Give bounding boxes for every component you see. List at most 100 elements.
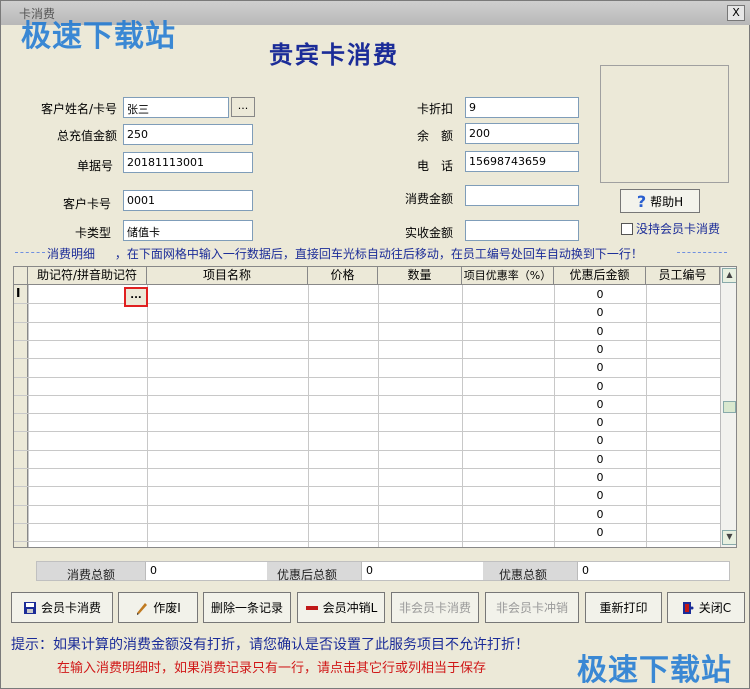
discounted-amount-cell[interactable]: 0 xyxy=(554,453,646,466)
total-recharge-label: 总充值金额 xyxy=(56,129,117,143)
scroll-thumb[interactable] xyxy=(723,401,736,413)
card-type-input[interactable]: 储值卡 xyxy=(123,220,253,241)
discounted-amount-cell[interactable]: 0 xyxy=(554,398,646,411)
scroll-down-icon[interactable]: ▼ xyxy=(722,530,736,545)
delete-record-button[interactable]: 删除一条记录 xyxy=(203,592,291,623)
cell-lookup-button[interactable]: ... xyxy=(124,287,148,307)
column-header[interactable]: 项目名称 xyxy=(147,267,308,285)
delete-record-label: 删除一条记录 xyxy=(210,601,283,615)
after-discount-value: 0 xyxy=(361,562,483,580)
grid-row-line xyxy=(14,522,720,524)
grid-column-line xyxy=(462,285,463,547)
discounted-amount-cell[interactable]: 0 xyxy=(554,325,646,338)
customer-name-input[interactable]: 张三 xyxy=(123,97,229,118)
discount-input[interactable]: 9 xyxy=(465,97,579,118)
phone-input[interactable]: 15698743659 xyxy=(465,151,579,172)
grid-scrollbar[interactable]: ▲ ▼ xyxy=(720,267,736,547)
question-icon: ? xyxy=(636,191,647,211)
member-reverse-button[interactable]: 会员冲销L xyxy=(297,592,385,623)
grid-row-line xyxy=(14,413,720,415)
discounted-amount-cell[interactable]: 0 xyxy=(554,380,646,393)
grid-row-line xyxy=(14,376,720,378)
order-no-input[interactable]: 20181113001 xyxy=(123,152,253,173)
discounted-amount-cell[interactable]: 0 xyxy=(554,306,646,319)
column-header[interactable]: 优惠后金额 xyxy=(554,267,646,285)
column-header[interactable]: 助记符/拼音助记符 xyxy=(28,267,147,285)
non-member-reverse-label: 非会员卡冲销 xyxy=(495,601,568,615)
reprint-label: 重新打印 xyxy=(599,601,648,615)
watermark-top: 极速下载站 xyxy=(21,19,176,54)
grid-corner xyxy=(14,267,28,285)
close-button[interactable]: 关闭C xyxy=(667,592,745,623)
total-recharge-input[interactable]: 250 xyxy=(123,124,253,145)
member-reverse-label: 会员冲销L xyxy=(322,601,378,615)
void-button[interactable]: 作废I xyxy=(118,592,198,623)
member-consume-button[interactable]: 会员卡消费 xyxy=(11,592,113,623)
column-header[interactable]: 数量 xyxy=(378,267,462,285)
text-cursor-icon: I xyxy=(16,286,21,300)
grid-row-line xyxy=(14,339,720,341)
grid-column-line xyxy=(28,285,29,547)
discount-label: 卡折扣 xyxy=(416,102,453,116)
grid-row-line xyxy=(14,431,720,433)
discount-total-value: 0 xyxy=(577,562,729,580)
help-button[interactable]: ? 帮助H xyxy=(620,189,700,213)
grid-row-line xyxy=(14,394,720,396)
grid-column-line xyxy=(646,285,647,547)
discounted-amount-cell[interactable]: 0 xyxy=(554,343,646,356)
no-card-checkbox-label: 没持会员卡消费 xyxy=(636,222,721,236)
consume-amount-input[interactable] xyxy=(465,185,579,206)
column-header[interactable]: 项目优惠率（%） xyxy=(462,267,554,285)
non-member-consume-button[interactable]: 非会员卡消费 xyxy=(391,592,479,623)
reprint-button[interactable]: 重新打印 xyxy=(585,592,662,623)
window-close-button[interactable]: X xyxy=(727,5,745,21)
page-title: 贵宾卡消费 xyxy=(269,40,399,69)
detail-instruction-text: ，在下面网格中输入一行数据后，直接回车光标自动往后移动，在员工编号处回车自动换到… xyxy=(114,247,643,261)
row-indicator-column: I xyxy=(14,285,28,547)
discounted-amount-cell[interactable]: 0 xyxy=(554,288,646,301)
discounted-amount-cell[interactable]: 0 xyxy=(554,508,646,521)
grid-row-line xyxy=(14,504,720,506)
consumption-grid[interactable]: 助记符/拼音助记符 项目名称 价格 数量 项目优惠率（%） 优惠后金额 员工编号… xyxy=(13,266,737,548)
close-label: 关闭C xyxy=(698,601,732,615)
discounted-amount-cell[interactable]: 0 xyxy=(554,434,646,447)
grid-row-line xyxy=(14,358,720,360)
member-consume-label: 会员卡消费 xyxy=(40,601,101,615)
customer-name-label: 客户姓名/卡号 xyxy=(40,102,117,116)
discounted-amount-cell[interactable]: 0 xyxy=(554,526,646,539)
column-header[interactable]: 员工编号 xyxy=(646,267,720,285)
discounted-amount-cell[interactable]: 0 xyxy=(554,471,646,484)
hint-save: 在输入消费明细时，如果消费记录只有一行，请点击其它行或列相当于保存 xyxy=(57,661,487,676)
no-card-checkbox[interactable] xyxy=(621,222,633,235)
balance-label: 余 额 xyxy=(416,129,453,143)
hint-discount: 提示：如果计算的消费金额没有打折，请您确认是否设置了此服务项目不允许打折！ xyxy=(11,637,529,653)
no-card-consume-option[interactable]: 没持会员卡消费 xyxy=(621,220,720,237)
discounted-amount-cell[interactable]: 0 xyxy=(554,489,646,502)
save-icon xyxy=(23,601,36,614)
after-discount-label: 优惠后总额 xyxy=(277,568,338,582)
grid-row-line xyxy=(14,449,720,451)
detail-section-label: 消费明细 xyxy=(47,247,96,261)
discounted-amount-cell[interactable]: 0 xyxy=(554,361,646,374)
grid-column-line xyxy=(378,285,379,547)
card-consume-window: 卡消费 X 极速下载站 贵宾卡消费 客户姓名/卡号 张三 ... 总充值金额 2… xyxy=(0,0,750,689)
total-value: 0 xyxy=(145,562,267,580)
watermark-bottom: 极速下载站 xyxy=(577,653,732,688)
help-button-label: 帮助H xyxy=(650,194,684,209)
card-type-label: 卡类型 xyxy=(74,226,111,240)
customer-card-input[interactable]: 0001 xyxy=(123,190,253,211)
grid-row-line xyxy=(14,303,720,305)
grid-row-line xyxy=(14,486,720,488)
non-member-reverse-button[interactable]: 非会员卡冲销 xyxy=(485,592,579,623)
void-label: 作废I xyxy=(153,601,181,615)
received-amount-input[interactable] xyxy=(465,220,579,241)
discounted-amount-cell[interactable]: 0 xyxy=(554,416,646,429)
grid-header: 助记符/拼音助记符 项目名称 价格 数量 项目优惠率（%） 优惠后金额 员工编号 xyxy=(14,267,720,285)
grid-column-line xyxy=(147,285,148,547)
received-amount-label: 实收金额 xyxy=(404,226,453,240)
balance-input[interactable]: 200 xyxy=(465,123,579,144)
browse-customer-button[interactable]: ... xyxy=(231,97,255,117)
column-header[interactable]: 价格 xyxy=(308,267,378,285)
scroll-up-icon[interactable]: ▲ xyxy=(722,268,736,283)
separator-line-right xyxy=(677,252,727,253)
